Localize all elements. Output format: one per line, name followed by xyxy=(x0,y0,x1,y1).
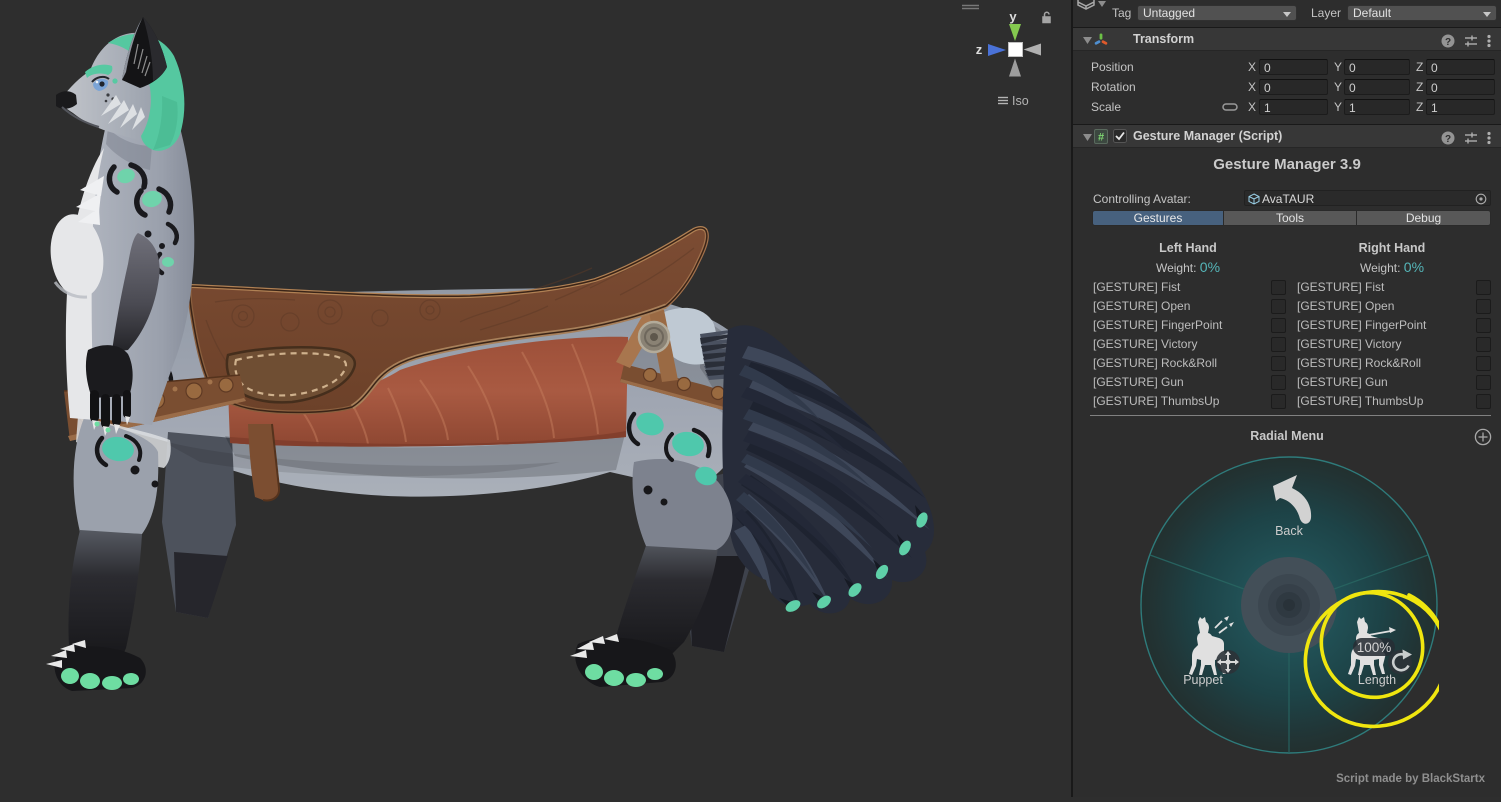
svg-text:?: ? xyxy=(1445,134,1451,145)
svg-text:y: y xyxy=(1009,9,1017,24)
svg-text:Iso: Iso xyxy=(1012,94,1029,108)
svg-text:?: ? xyxy=(1445,37,1451,48)
svg-text:100%: 100% xyxy=(1357,640,1392,655)
svg-text:#: # xyxy=(1098,132,1104,144)
svg-text:Length: Length xyxy=(1358,673,1396,687)
svg-text:Back: Back xyxy=(1275,524,1304,538)
svg-text:Puppet: Puppet xyxy=(1183,673,1223,687)
svg-text:z: z xyxy=(976,42,983,57)
